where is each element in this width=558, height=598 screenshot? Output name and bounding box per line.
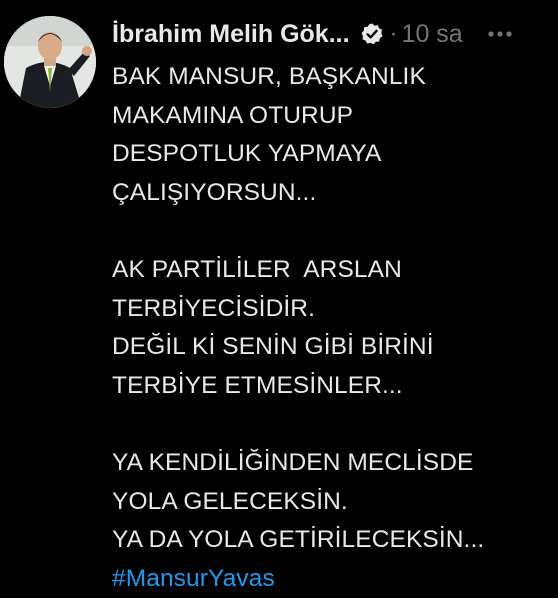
- tweet-line: BAK MANSUR, BAŞKANLIK: [112, 63, 426, 90]
- avatar-image: [4, 16, 96, 108]
- tweet-line: YOLA GELECEKSİN.: [112, 487, 348, 515]
- tweet: İbrahim Melih Gök... · 10 sa BAK MANSUR,…: [0, 0, 558, 595]
- author-name[interactable]: İbrahim Melih Gök...: [112, 20, 350, 49]
- tweet-text: BAK MANSUR, BAŞKANLIK MAKAMINA OTURUP DE…: [112, 58, 558, 598]
- tweet-line: MAKAMINA OTURUP: [112, 101, 354, 129]
- avatar[interactable]: [4, 16, 96, 108]
- tweet-line: TERBİYECİSİDİR.: [112, 294, 315, 322]
- tweet-line: YA DA YOLA GETİRİLECEKSİN...: [112, 526, 485, 554]
- separator-dot: ·: [389, 20, 398, 47]
- tweet-header: İbrahim Melih Gök... · 10 sa: [112, 16, 558, 52]
- tweet-line: TERBİYE ETMESİNLER...: [112, 371, 403, 399]
- hashtag-link[interactable]: #MansurYavas: [112, 560, 558, 598]
- verified-badge-icon: [360, 22, 384, 46]
- tweet-line: YA KENDİLİĞİNDEN MECLİSDE: [112, 448, 474, 476]
- tweet-line: ÇALIŞIYORSUN...: [112, 178, 317, 206]
- tweet-line: DESPOTLUK YAPMAYA: [112, 140, 382, 168]
- more-options-icon[interactable]: [487, 22, 517, 46]
- tweet-line: AK PARTİLİLER ARSLAN: [112, 255, 402, 283]
- tweet-line: DEĞİL Kİ SENİN GİBİ BİRİNİ: [112, 333, 434, 361]
- timestamp[interactable]: 10 sa: [402, 20, 463, 49]
